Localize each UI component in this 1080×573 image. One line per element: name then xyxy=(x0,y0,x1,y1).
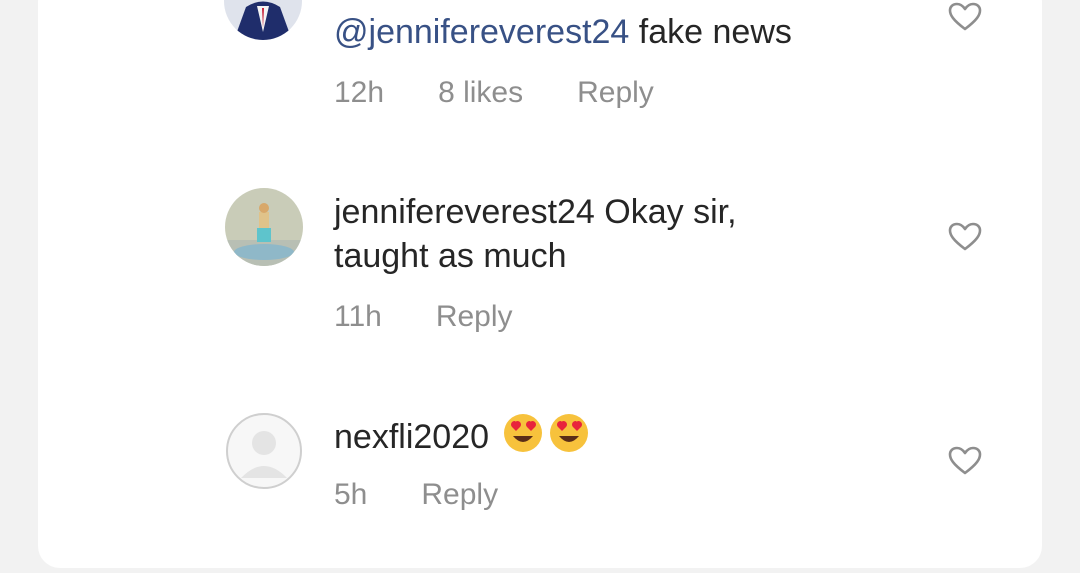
heart-icon[interactable] xyxy=(948,222,982,252)
heart-eyes-emoji xyxy=(550,414,589,452)
mention-link[interactable]: @jennifereverest24 xyxy=(334,13,629,51)
comment-time: 5h xyxy=(334,478,368,511)
comment-time: 12h xyxy=(334,76,385,109)
comment-username[interactable]: nexfli2020 xyxy=(334,418,489,456)
heart-eyes-emoji xyxy=(504,414,543,452)
comment-meta: 11h Reply xyxy=(334,300,567,334)
avatar[interactable] xyxy=(225,188,303,266)
comment-time: 11h xyxy=(334,300,382,333)
avatar[interactable] xyxy=(225,412,303,490)
comment-text: @jennifereverest24 fake news xyxy=(334,10,834,54)
heart-icon[interactable] xyxy=(948,446,982,476)
comment-text: nexfli2020 xyxy=(334,412,834,459)
heart-icon[interactable] xyxy=(948,2,982,32)
reply-button[interactable]: Reply xyxy=(436,300,513,334)
reply-button[interactable]: Reply xyxy=(577,76,654,110)
comment-meta: 12h 8 likes Reply xyxy=(334,76,708,110)
comment-meta: 5h Reply xyxy=(334,478,552,512)
comment-body: fake news xyxy=(629,13,792,51)
comment-likes[interactable]: 8 likes xyxy=(438,76,523,110)
reply-button[interactable]: Reply xyxy=(421,478,498,512)
comment-text: jennifereverest24 Okay sir, taught as mu… xyxy=(334,190,834,278)
comment-username[interactable]: jennifereverest24 xyxy=(334,193,595,231)
